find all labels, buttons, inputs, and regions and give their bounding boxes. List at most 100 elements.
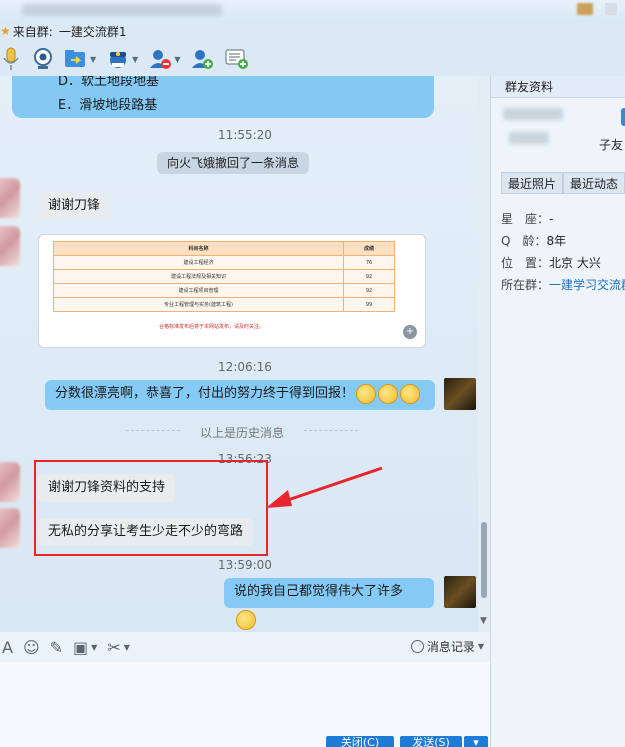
emoji-icon	[378, 383, 399, 404]
field-value: 8年	[546, 234, 567, 248]
panel-title: 群友资料	[491, 76, 625, 98]
timestamp: 12:06:16	[218, 360, 272, 374]
image-button[interactable]: ▣ ▼	[73, 638, 97, 657]
window-title-blurred	[22, 4, 222, 16]
chat-history-button[interactable]	[224, 44, 250, 74]
tab-recent-activity[interactable]: 最近动态	[563, 172, 625, 194]
table-cell: 76	[343, 255, 395, 270]
message-option-d: D．软土地段地基	[58, 76, 160, 89]
chat-message-area[interactable]: D．软土地段地基 E．滑坡地段路基 11:55:20 向火飞娥撤回了一条消息 谢…	[0, 76, 490, 632]
avatar[interactable]	[0, 508, 20, 548]
scrollbar-thumb[interactable]	[481, 522, 487, 598]
table-cell: 专业工程管理与实务(建筑工程)	[53, 297, 344, 312]
window-title-bar	[0, 0, 625, 22]
chevron-down-icon[interactable]: ▼	[478, 642, 484, 651]
score-table: 科目名称 成绩 建设工程经济 76 建设工程法规及相关知识 92 建设工程项目管…	[53, 241, 395, 312]
emoji-icon	[356, 383, 377, 404]
clock-icon	[410, 640, 424, 653]
scroll-down-icon[interactable]: ▼	[480, 616, 487, 626]
message-bubble-partial: D．软土地段地基 E．滑坡地段路基	[12, 76, 434, 118]
table-row: 建设工程项目管理 92	[53, 283, 395, 298]
group-link[interactable]: 一建学习交流群	[549, 278, 625, 292]
image-icon: ▣	[73, 637, 89, 657]
scissors-icon: ✂	[107, 637, 121, 657]
member-profile-panel: 群友资料 子友 最近照片 最近动态 星 座：- Q 龄：8年 位 置：北京 大兴…	[490, 76, 625, 747]
table-cell: 建设工程法规及相关知识	[53, 269, 344, 284]
member-id-blurred	[509, 132, 549, 144]
voice-icon	[3, 47, 19, 70]
friend-label: 子友	[599, 138, 624, 152]
member-name-blurred	[503, 108, 563, 120]
chevron-down-icon[interactable]: ▼	[132, 55, 138, 64]
smiley-icon: ☺	[22, 637, 40, 657]
screenshot-button[interactable]: ✂ ▼	[107, 638, 130, 657]
send-options-button[interactable]: ▾	[464, 736, 488, 747]
highlight-arrow	[266, 466, 383, 508]
table-row: 建设工程法规及相关知识 92	[53, 269, 395, 284]
zoom-icon[interactable]: +	[403, 325, 417, 339]
voice-button[interactable]	[0, 44, 22, 74]
field-group: 所在群：一建学习交流群	[501, 276, 625, 293]
remote-assist-button[interactable]: ▼	[106, 44, 138, 74]
chevron-down-icon[interactable]: ▼	[174, 55, 180, 64]
message-history-button[interactable]: 消息记录 ▼	[410, 638, 484, 655]
font-button[interactable]: A	[2, 638, 13, 657]
chevron-down-icon: ▾	[473, 736, 479, 747]
star-icon: ★	[0, 24, 11, 38]
chevron-down-icon[interactable]: ▼	[90, 55, 96, 64]
timestamp: 11:55:20	[218, 128, 272, 142]
video-button[interactable]	[32, 44, 54, 74]
avatar[interactable]	[0, 226, 20, 266]
message-history-label: 消息记录	[426, 640, 475, 654]
chat-toolbar: ▼ ▼ ▼	[0, 42, 625, 76]
font-icon: A	[2, 637, 13, 657]
message-bubble-self: 分数很漂亮啊，恭喜了，付出的努力终于得到回报！	[45, 380, 435, 410]
edit-button[interactable]: ✎	[50, 638, 63, 657]
image-message[interactable]: 科目名称 成绩 建设工程经济 76 建设工程法规及相关知识 92 建设工程项目管…	[38, 234, 426, 348]
history-divider: 以上是历史消息	[126, 424, 358, 440]
video-icon	[34, 48, 52, 69]
table-row: 专业工程管理与实务(建筑工程) 99	[53, 297, 395, 312]
table-cell: 92	[343, 269, 395, 284]
emoji-icon	[400, 383, 421, 404]
field-label: 星 座：	[501, 212, 550, 226]
remove-member-icon	[150, 50, 172, 69]
message-input[interactable]	[0, 662, 490, 747]
avatar[interactable]	[0, 178, 20, 218]
field-label: 位 置：	[501, 256, 550, 270]
message-text: 分数很漂亮啊，恭喜了，付出的努力终于得到回报！	[55, 386, 355, 401]
table-row: 建设工程经济 76	[53, 255, 395, 270]
close-button[interactable]: 关闭(C)	[326, 736, 394, 747]
remove-member-button[interactable]: ▼	[148, 44, 180, 74]
add-member-button[interactable]	[190, 44, 214, 74]
recall-notice: 向火飞娥撤回了一条消息	[157, 152, 310, 174]
chevron-down-icon[interactable]: ▼	[124, 643, 130, 652]
table-cell: 92	[343, 283, 395, 298]
group-prefix: 来自群:	[12, 24, 53, 39]
emoji-button[interactable]: ☺	[23, 638, 40, 657]
field-value: 北京 大兴	[549, 256, 601, 270]
edit-tag[interactable]	[621, 108, 625, 126]
message-text: 说的我自己都觉得伟大了许多	[234, 584, 404, 599]
avatar-self[interactable]	[444, 576, 476, 608]
window-control[interactable]	[577, 3, 593, 15]
avatar[interactable]	[0, 462, 20, 502]
window-control-min[interactable]	[605, 3, 617, 15]
field-zodiac: 星 座：-	[501, 210, 553, 227]
remote-assist-icon	[110, 52, 127, 68]
table-header: 科目名称	[53, 241, 344, 256]
chat-history-icon	[225, 49, 249, 69]
message-bubble: 谢谢刀锋	[38, 192, 111, 220]
file-transfer-button[interactable]: ▼	[64, 44, 96, 74]
send-button[interactable]: 发送(S)	[400, 736, 462, 747]
score-note: 合格标准发布后将于本网站发布，请及时关注。	[159, 324, 265, 330]
chevron-down-icon[interactable]: ▼	[91, 643, 97, 652]
tab-recent-photos[interactable]: 最近照片	[501, 172, 564, 194]
avatar-self[interactable]	[444, 378, 476, 410]
field-label: 所在群：	[501, 278, 550, 292]
group-name: 一建交流群1	[58, 24, 127, 39]
highlight-box	[34, 460, 268, 556]
table-cell: 建设工程经济	[53, 255, 344, 270]
group-source: ★ 来自群: 一建交流群1	[0, 22, 126, 40]
add-member-icon	[192, 50, 214, 69]
